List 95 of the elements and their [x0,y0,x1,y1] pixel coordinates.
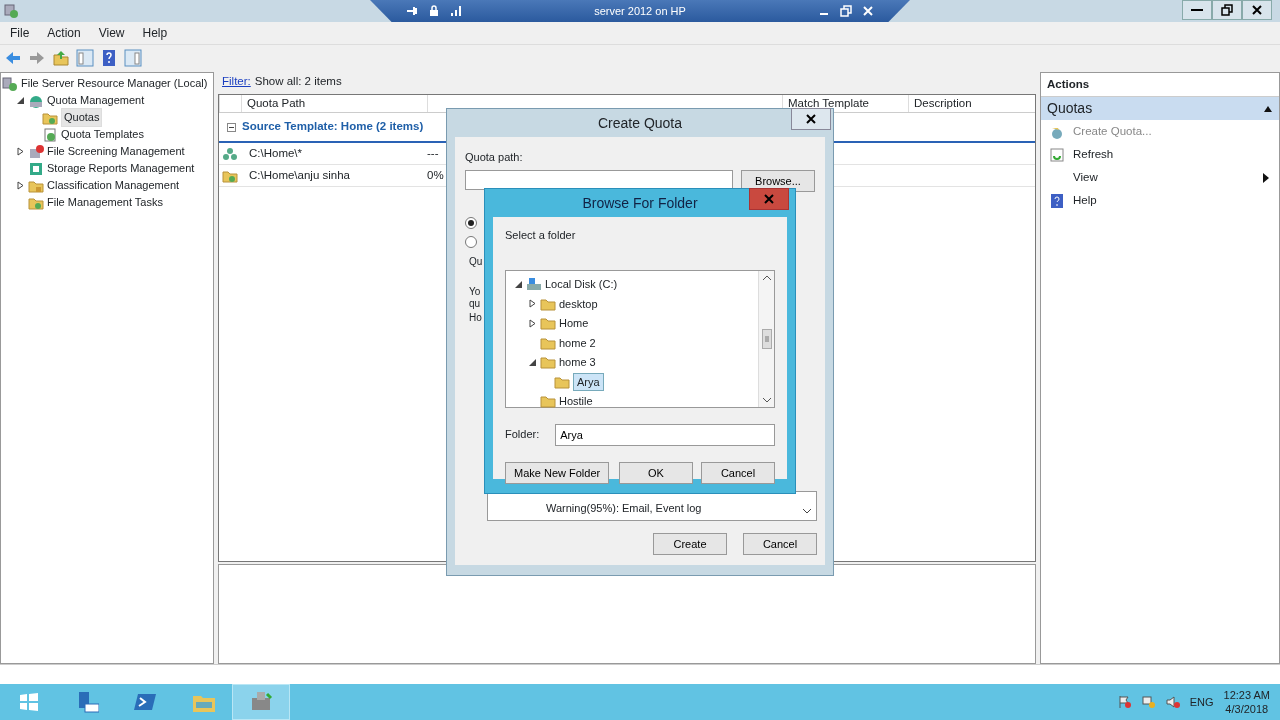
dialog-title: Browse For Folder [582,193,698,213]
tree-item[interactable]: Quotas [61,108,103,127]
signal-icon [450,5,462,17]
minimize-button[interactable] [1182,0,1212,20]
clock[interactable]: 12:23 AM 4/3/2018 [1223,687,1270,717]
field-label: Quota path: [465,150,523,165]
language-indicator[interactable]: ENG [1189,693,1214,711]
menu-item[interactable]: File [10,24,30,42]
tree-item[interactable]: File Screening Management [47,143,185,160]
collapse-arrow-icon [1263,104,1273,113]
taskbar-button[interactable] [232,684,290,720]
partial-text: Yo [469,287,481,297]
minimize-icon [1191,9,1203,11]
folder-field[interactable]: Arya [555,423,775,446]
server-icon [3,3,19,19]
reports-icon [28,160,44,177]
filter-status: Show all: 2 items [254,74,342,90]
menu-item[interactable]: Action [47,24,81,42]
up-folder-icon[interactable] [52,48,70,67]
dialog-title: Create Quota [597,113,683,133]
close-icon [764,194,774,204]
help-icon [1049,192,1065,209]
command-link[interactable]: Refresh [1041,143,1279,167]
expanded-arrow-icon[interactable] [16,96,25,105]
close-button[interactable] [791,108,831,130]
menu-item[interactable]: Help [142,24,168,42]
radio-button[interactable] [465,236,477,248]
restore-icon [1221,4,1233,16]
command-link[interactable]: Help [1041,189,1279,213]
close-button[interactable] [1242,0,1272,20]
server-icon [2,75,18,92]
table-cell-text: C:\Home\* [248,145,304,161]
tree-item[interactable]: Home [559,315,589,332]
template-icon [42,126,58,143]
restore-button[interactable] [1212,0,1242,20]
table-cell-text: --- [427,145,440,161]
scrollbar[interactable] [758,270,774,407]
partial-text: Ho [469,313,482,323]
list-item: Warning(95%): Email, Event log [546,500,703,516]
expanded-arrow-icon[interactable] [514,279,523,289]
close-icon [806,114,816,124]
scroll-up-icon [761,274,772,281]
close-icon[interactable] [862,5,874,17]
group-header: Source Template: Home (2 items) [242,119,424,135]
screening-icon [28,143,44,160]
tree-item[interactable]: Hostile [559,393,593,410]
tree-item[interactable]: home 3 [559,354,596,371]
help-icon[interactable] [100,48,118,67]
tree-item[interactable]: File Server Resource Manager (Local) [21,75,208,92]
pin-icon[interactable] [406,5,418,17]
prompt-text: Select a folder [505,228,576,243]
network-icon[interactable] [1141,695,1156,709]
column-header[interactable]: Description [908,95,1035,113]
lock-icon [428,5,440,17]
close-icon [1251,4,1263,16]
start-icon[interactable] [19,692,39,712]
tree-item[interactable]: Storage Reports Management [47,160,195,177]
create-button[interactable]: Create [653,532,727,555]
partial-text: Qu [469,257,483,267]
tree-item[interactable]: Quota Management [47,92,145,109]
tree-item[interactable]: Classification Management [47,177,180,194]
filter-link[interactable]: Filter: [222,73,251,91]
command-link[interactable]: View [1041,166,1279,190]
restore-icon[interactable] [840,5,852,17]
tree-item[interactable]: desktop [559,295,598,312]
partial-text: qu [469,299,481,309]
new-folder-button[interactable]: Make New Folder [505,461,610,484]
cancel-button[interactable]: Cancel [701,461,775,484]
collapsed-arrow-icon[interactable] [528,318,537,328]
table-cell-text: 0% [427,167,445,183]
tree-item[interactable]: Quota Templates [61,126,144,143]
scroll-thumb-icon [761,328,772,349]
menu-item[interactable]: View [98,24,125,42]
tree-item[interactable]: File Management Tasks [47,194,163,211]
remote-session-title: server 2012 on HP [594,3,686,19]
expanded-arrow-icon[interactable] [528,357,537,367]
tree-item[interactable]: Arya [573,372,604,391]
table-cell-text: C:\Home\anju sinha [248,167,351,183]
flag-icon[interactable] [1117,695,1132,709]
scroll-down-icon [761,396,772,403]
collapsed-arrow-icon[interactable] [528,299,537,309]
collapse-icon[interactable] [227,122,236,132]
ok-button[interactable]: OK [619,461,693,484]
action-section-header[interactable]: Quotas [1041,97,1279,121]
quota-path-field[interactable] [465,169,733,190]
column-header[interactable]: Quota Path [241,95,427,113]
radio-button[interactable] [465,217,477,229]
collapsed-arrow-icon[interactable] [16,181,25,190]
speaker-icon[interactable] [1165,695,1180,709]
refresh-icon [1049,146,1065,163]
tree-item[interactable]: Local Disk (C:) [545,276,618,293]
collapsed-arrow-icon[interactable] [16,147,25,156]
cancel-button[interactable]: Cancel [743,532,817,555]
tree-item[interactable]: home 2 [559,334,596,351]
field-label: Folder: [505,427,540,443]
